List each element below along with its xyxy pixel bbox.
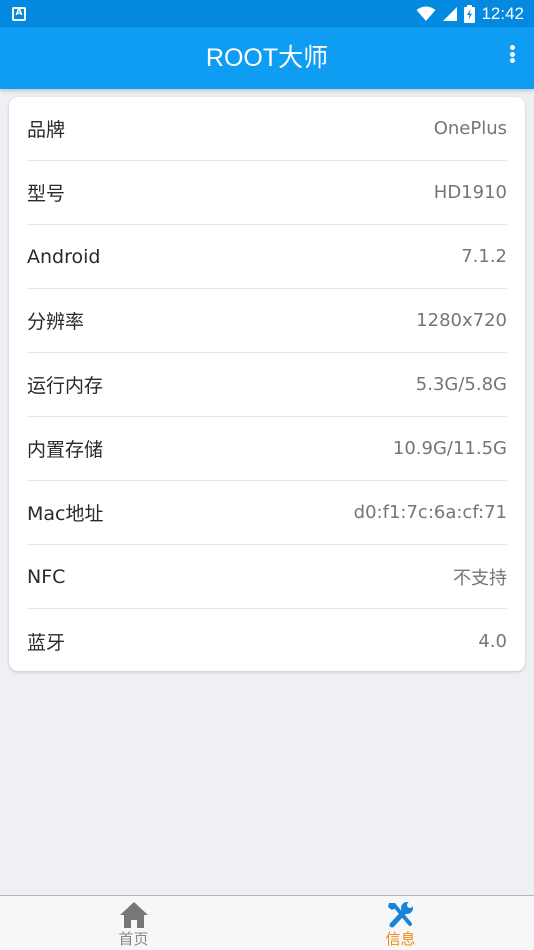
notification-icon-letter: A: [15, 8, 23, 18]
wifi-icon: [416, 6, 436, 21]
info-value: 10.9G/11.5G: [392, 438, 507, 459]
info-row-nfc: NFC 不支持: [27, 545, 507, 609]
overflow-menu-button[interactable]: [502, 43, 522, 65]
info-label: 分辨率: [27, 311, 85, 333]
info-row-ram: 运行内存 5.3G/5.8G: [27, 353, 507, 417]
notification-icon: A: [12, 6, 26, 21]
info-label: NFC: [27, 565, 66, 588]
nav-tab-label: 信息: [385, 930, 416, 948]
home-icon: [119, 902, 148, 928]
info-row-model: 型号 HD1910: [27, 161, 507, 225]
info-value: 不支持: [453, 567, 507, 589]
device-info-card: 品牌 OnePlus 型号 HD1910 Android 7.1.2 分辨率 1…: [9, 97, 525, 671]
info-value: 5.3G/5.8G: [415, 374, 507, 395]
info-value: 1280x720: [416, 310, 507, 331]
info-label: 蓝牙: [27, 631, 66, 654]
info-value: 4.0: [478, 630, 507, 652]
info-label: Mac地址: [27, 503, 104, 525]
info-label: 品牌: [27, 119, 66, 141]
nav-tab-home[interactable]: 首页: [0, 896, 267, 950]
info-label: 运行内存: [27, 375, 104, 397]
info-row-brand: 品牌 OnePlus: [27, 97, 507, 161]
menu-dot-icon: [509, 58, 515, 63]
nav-tab-label: 首页: [118, 930, 149, 948]
info-label: 型号: [27, 183, 66, 205]
menu-dot-icon: [509, 51, 515, 57]
info-value: 7.1.2: [461, 246, 507, 267]
app-bar: ROOT大师: [0, 27, 534, 89]
info-row-storage: 内置存储 10.9G/11.5G: [27, 417, 507, 481]
tools-icon: [387, 902, 413, 928]
info-row-resolution: 分辨率 1280x720: [27, 289, 507, 353]
menu-dot-icon: [509, 45, 515, 50]
status-bar: A 12:42: [0, 0, 534, 27]
nav-tab-info[interactable]: 信息: [267, 896, 534, 950]
info-value: HD1910: [433, 182, 507, 203]
bottom-navigation: 首页 信息: [0, 895, 534, 950]
info-row-android: Android 7.1.2: [27, 225, 507, 289]
info-label: Android: [27, 245, 101, 268]
app-title: ROOT大师: [205, 44, 329, 72]
status-time: 12:42: [481, 3, 524, 23]
cell-signal-icon: [443, 6, 458, 21]
info-value: d0:f1:7c:6a:cf:71: [353, 502, 507, 523]
battery-icon: [464, 4, 476, 23]
info-value: OnePlus: [433, 118, 507, 139]
info-row-bluetooth: 蓝牙 4.0: [27, 609, 507, 673]
info-row-mac: Mac地址 d0:f1:7c:6a:cf:71: [27, 481, 507, 545]
info-label: 内置存储: [27, 439, 104, 461]
